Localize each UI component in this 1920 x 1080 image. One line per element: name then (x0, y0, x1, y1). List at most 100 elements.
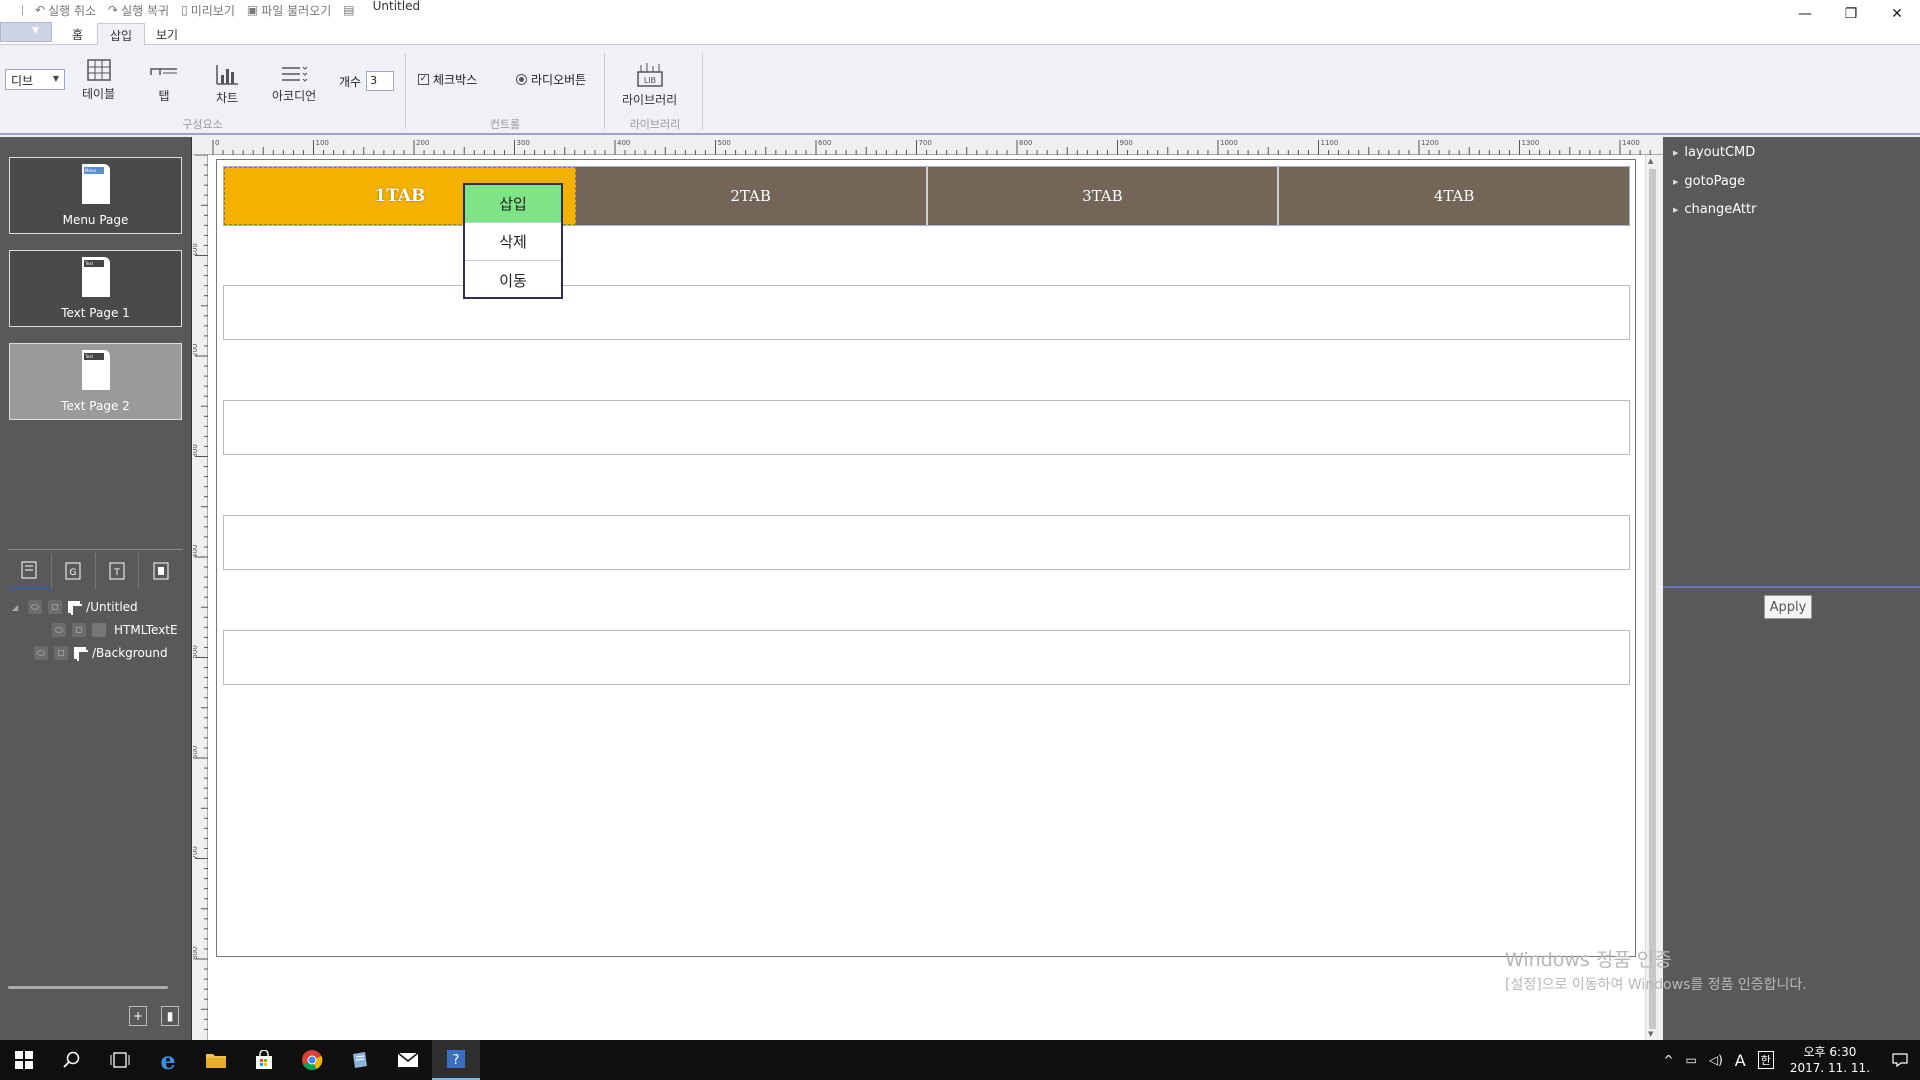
lock-icon[interactable] (72, 623, 86, 637)
checkbox-icon: ✓ (418, 74, 429, 85)
mail-icon[interactable] (384, 1040, 432, 1080)
accordion-icon (282, 66, 308, 82)
page-tab-icon[interactable] (8, 553, 52, 589)
canvas-scrollbar[interactable]: ▲ ▼ (1645, 155, 1658, 1040)
edge-browser-icon[interactable]: e (144, 1040, 192, 1080)
network-icon[interactable]: ▭ (1686, 1053, 1697, 1067)
notification-icon[interactable] (1880, 1040, 1920, 1080)
text-tab-icon[interactable]: T (96, 553, 140, 589)
delete-page-button[interactable]: ▮ (161, 1006, 179, 1026)
accordion-button[interactable]: 아코디언 (272, 65, 316, 104)
ime-indicator[interactable]: A (1735, 1051, 1746, 1070)
ribbon: 디브 ▼ 테이블 탭 차트 아코디언 개수 3 구성요소 ✓ 체크박스 라디오버… (0, 45, 1920, 135)
scroll-down-icon[interactable]: ▼ (1648, 1030, 1653, 1038)
page-frame: 1TAB 2TAB 3TAB 4TAB (216, 159, 1636, 957)
group-label-library: 라이브러리 (629, 118, 681, 131)
watermark-title: Windows 정품 인증 (1505, 949, 1672, 971)
content-block[interactable] (223, 400, 1630, 455)
menu-item-delete[interactable]: 삭제 (465, 223, 561, 261)
page-thumb-menu[interactable]: Menu Menu Page (9, 157, 182, 234)
tab-item-2[interactable]: 2TAB (575, 167, 928, 225)
ribbon-separator (702, 53, 703, 129)
undo-icon: ↶ (35, 3, 46, 17)
expand-arrow-icon: ▶ (1673, 205, 1679, 214)
open-file-button[interactable]: ▣ 파일 불러오기 (247, 2, 331, 19)
save-button[interactable]: ▤ (343, 3, 354, 17)
undo-button[interactable]: ↶ 실행 취소 (35, 2, 96, 19)
layer-row-htmltext[interactable]: HTMLTextE (52, 619, 178, 641)
tab-item-4[interactable]: 4TAB (1279, 167, 1629, 225)
count-input[interactable]: 3 (366, 71, 395, 91)
store-icon[interactable] (240, 1040, 288, 1080)
content-block[interactable] (223, 630, 1630, 685)
ruler-label: 200 (193, 344, 199, 357)
design-canvas[interactable]: 1TAB 2TAB 3TAB 4TAB ▲ ▼ (208, 155, 1658, 1040)
content-block[interactable] (223, 285, 1630, 340)
document-title: Untitled (372, 0, 421, 13)
tab-insert-button[interactable]: 탭 (150, 65, 178, 104)
ruler-ticks: 0 100 200 300 400 500 600 700 800 900 1000 1100 1200… (212, 139, 1651, 155)
chrome-icon[interactable] (288, 1040, 336, 1080)
save-icon: ▤ (343, 3, 355, 17)
tab-view[interactable]: 보기 (144, 23, 190, 45)
tab-insert[interactable]: 삽입 (97, 23, 146, 46)
scroll-thumb[interactable] (1649, 169, 1656, 1029)
command-changeattr[interactable]: ▶ changeAttr (1673, 202, 1756, 217)
page-thumb-text-1[interactable]: Text Text Page 1 (9, 250, 182, 327)
chart-button[interactable]: 차트 (215, 63, 239, 106)
table-button[interactable]: 테이블 (82, 59, 115, 102)
page-thumbnail-icon: Menu (82, 164, 110, 204)
page-thumb-text-2[interactable]: Text Text Page 2 (9, 343, 182, 420)
command-gotopage[interactable]: ▶ gotoPage (1673, 174, 1745, 189)
preview-button[interactable]: ▯ 미리보기 (181, 2, 235, 19)
tab-item-3[interactable]: 3TAB (927, 167, 1280, 225)
layer-row-untitled[interactable]: ◢ /Untitled (12, 596, 138, 618)
clock[interactable]: 오후 6:30 2017. 11. 11. (1790, 1044, 1870, 1076)
element-type-select[interactable]: 디브 ▼ (5, 69, 65, 90)
ruler-label: 1300 (1522, 139, 1540, 147)
notepad-icon[interactable] (336, 1040, 384, 1080)
visibility-eye-icon[interactable] (52, 623, 66, 637)
tab-component[interactable]: 1TAB 2TAB 3TAB 4TAB (223, 166, 1630, 226)
file-explorer-icon[interactable] (192, 1040, 240, 1080)
ime-mode-indicator[interactable]: 한 (1757, 1051, 1774, 1069)
tab-icon (150, 68, 177, 75)
lock-icon[interactable] (54, 646, 68, 660)
ruler-label: 300 (193, 444, 199, 457)
add-page-button[interactable]: + (129, 1006, 147, 1026)
activation-watermark: Windows 정품 인증 [설정]으로 이동하여 Windows를 정품 인증… (1505, 945, 1807, 994)
file-menu-button[interactable]: ▼ (0, 22, 52, 42)
ruler-label: 800 (193, 947, 199, 960)
lock-icon[interactable] (48, 600, 63, 614)
search-icon[interactable] (48, 1040, 96, 1080)
scroll-up-icon[interactable]: ▲ (1648, 157, 1653, 165)
library-icon: LIB (636, 63, 663, 87)
chevron-up-icon[interactable]: ^ (1663, 1053, 1673, 1067)
ribbon-tab-row: ▼ 홈 삽입 보기 (0, 20, 1920, 46)
page-thumbnail-icon: Text (82, 257, 110, 297)
windows-start-icon[interactable] (0, 1040, 48, 1080)
layer-group-icon (74, 647, 88, 661)
library-button[interactable]: LIB 라이브러리 (622, 63, 677, 108)
checkbox-button[interactable]: ✓ 체크박스 (418, 71, 477, 88)
collapse-icon: ◢ (12, 602, 19, 612)
layer-row-background[interactable]: /Background (34, 642, 168, 664)
content-block[interactable] (223, 515, 1630, 570)
delete-tab-icon[interactable] (139, 553, 183, 589)
menu-item-insert[interactable]: 삽입 (465, 185, 561, 223)
group-tab-icon[interactable]: G (52, 553, 96, 589)
visibility-eye-icon[interactable] (28, 600, 43, 614)
radio-button[interactable]: 라디오버튼 (516, 71, 586, 88)
apply-button[interactable]: Apply (1764, 595, 1812, 619)
ruler-label: 400 (193, 545, 199, 558)
visibility-eye-icon[interactable] (34, 646, 48, 660)
task-view-icon[interactable] (96, 1040, 144, 1080)
redo-button[interactable]: ↷ 실행 복귀 (108, 2, 169, 19)
ruler-label: 900 (1120, 139, 1133, 147)
panel-scrollbar[interactable] (8, 986, 168, 989)
volume-icon[interactable]: ◁) (1709, 1053, 1723, 1067)
tab-home[interactable]: 홈 (60, 23, 95, 45)
command-layoutcmd[interactable]: ▶ layoutCMD (1673, 145, 1755, 160)
menu-item-move[interactable]: 이동 (465, 261, 561, 299)
active-app-icon[interactable]: ? (432, 1040, 480, 1080)
